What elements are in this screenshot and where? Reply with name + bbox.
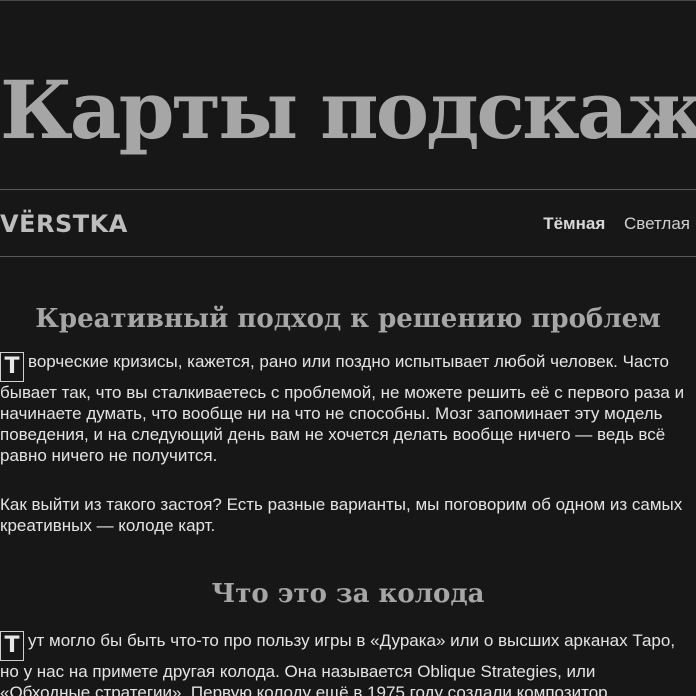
paragraph-text: ворческие кризисы, кажется, рано или поз…: [0, 352, 685, 465]
article-paragraph: Тут могло бы быть что-то про пользу игры…: [0, 630, 688, 696]
top-divider: [0, 0, 696, 1]
page: Карты подскажут VËRSTKA Тёмная Светлая К…: [0, 0, 696, 696]
drop-cap: Т: [0, 352, 24, 382]
theme-switch: Тёмная Светлая: [543, 213, 690, 235]
paragraph-text: Как выйти из такого застоя? Есть разные …: [0, 495, 683, 535]
section-title-what-is-deck: Что это за колода: [211, 579, 485, 609]
hero-title: Карты подскажут: [0, 63, 696, 157]
site-logo[interactable]: VËRSTKA: [0, 209, 128, 239]
drop-cap: Т: [0, 631, 24, 661]
theme-light-button[interactable]: Светлая: [624, 214, 690, 233]
site-header: VËRSTKA Тёмная Светлая: [0, 189, 696, 257]
article-paragraph: Как выйти из такого застоя? Есть разные …: [0, 494, 688, 536]
theme-dark-button[interactable]: Тёмная: [543, 214, 605, 233]
section-title-creative-approach: Креативный подход к решению проблем: [35, 304, 661, 334]
paragraph-text: ут могло бы быть что-то про пользу игры …: [0, 631, 676, 696]
article-paragraph: Творческие кризисы, кажется, рано или по…: [0, 351, 688, 466]
